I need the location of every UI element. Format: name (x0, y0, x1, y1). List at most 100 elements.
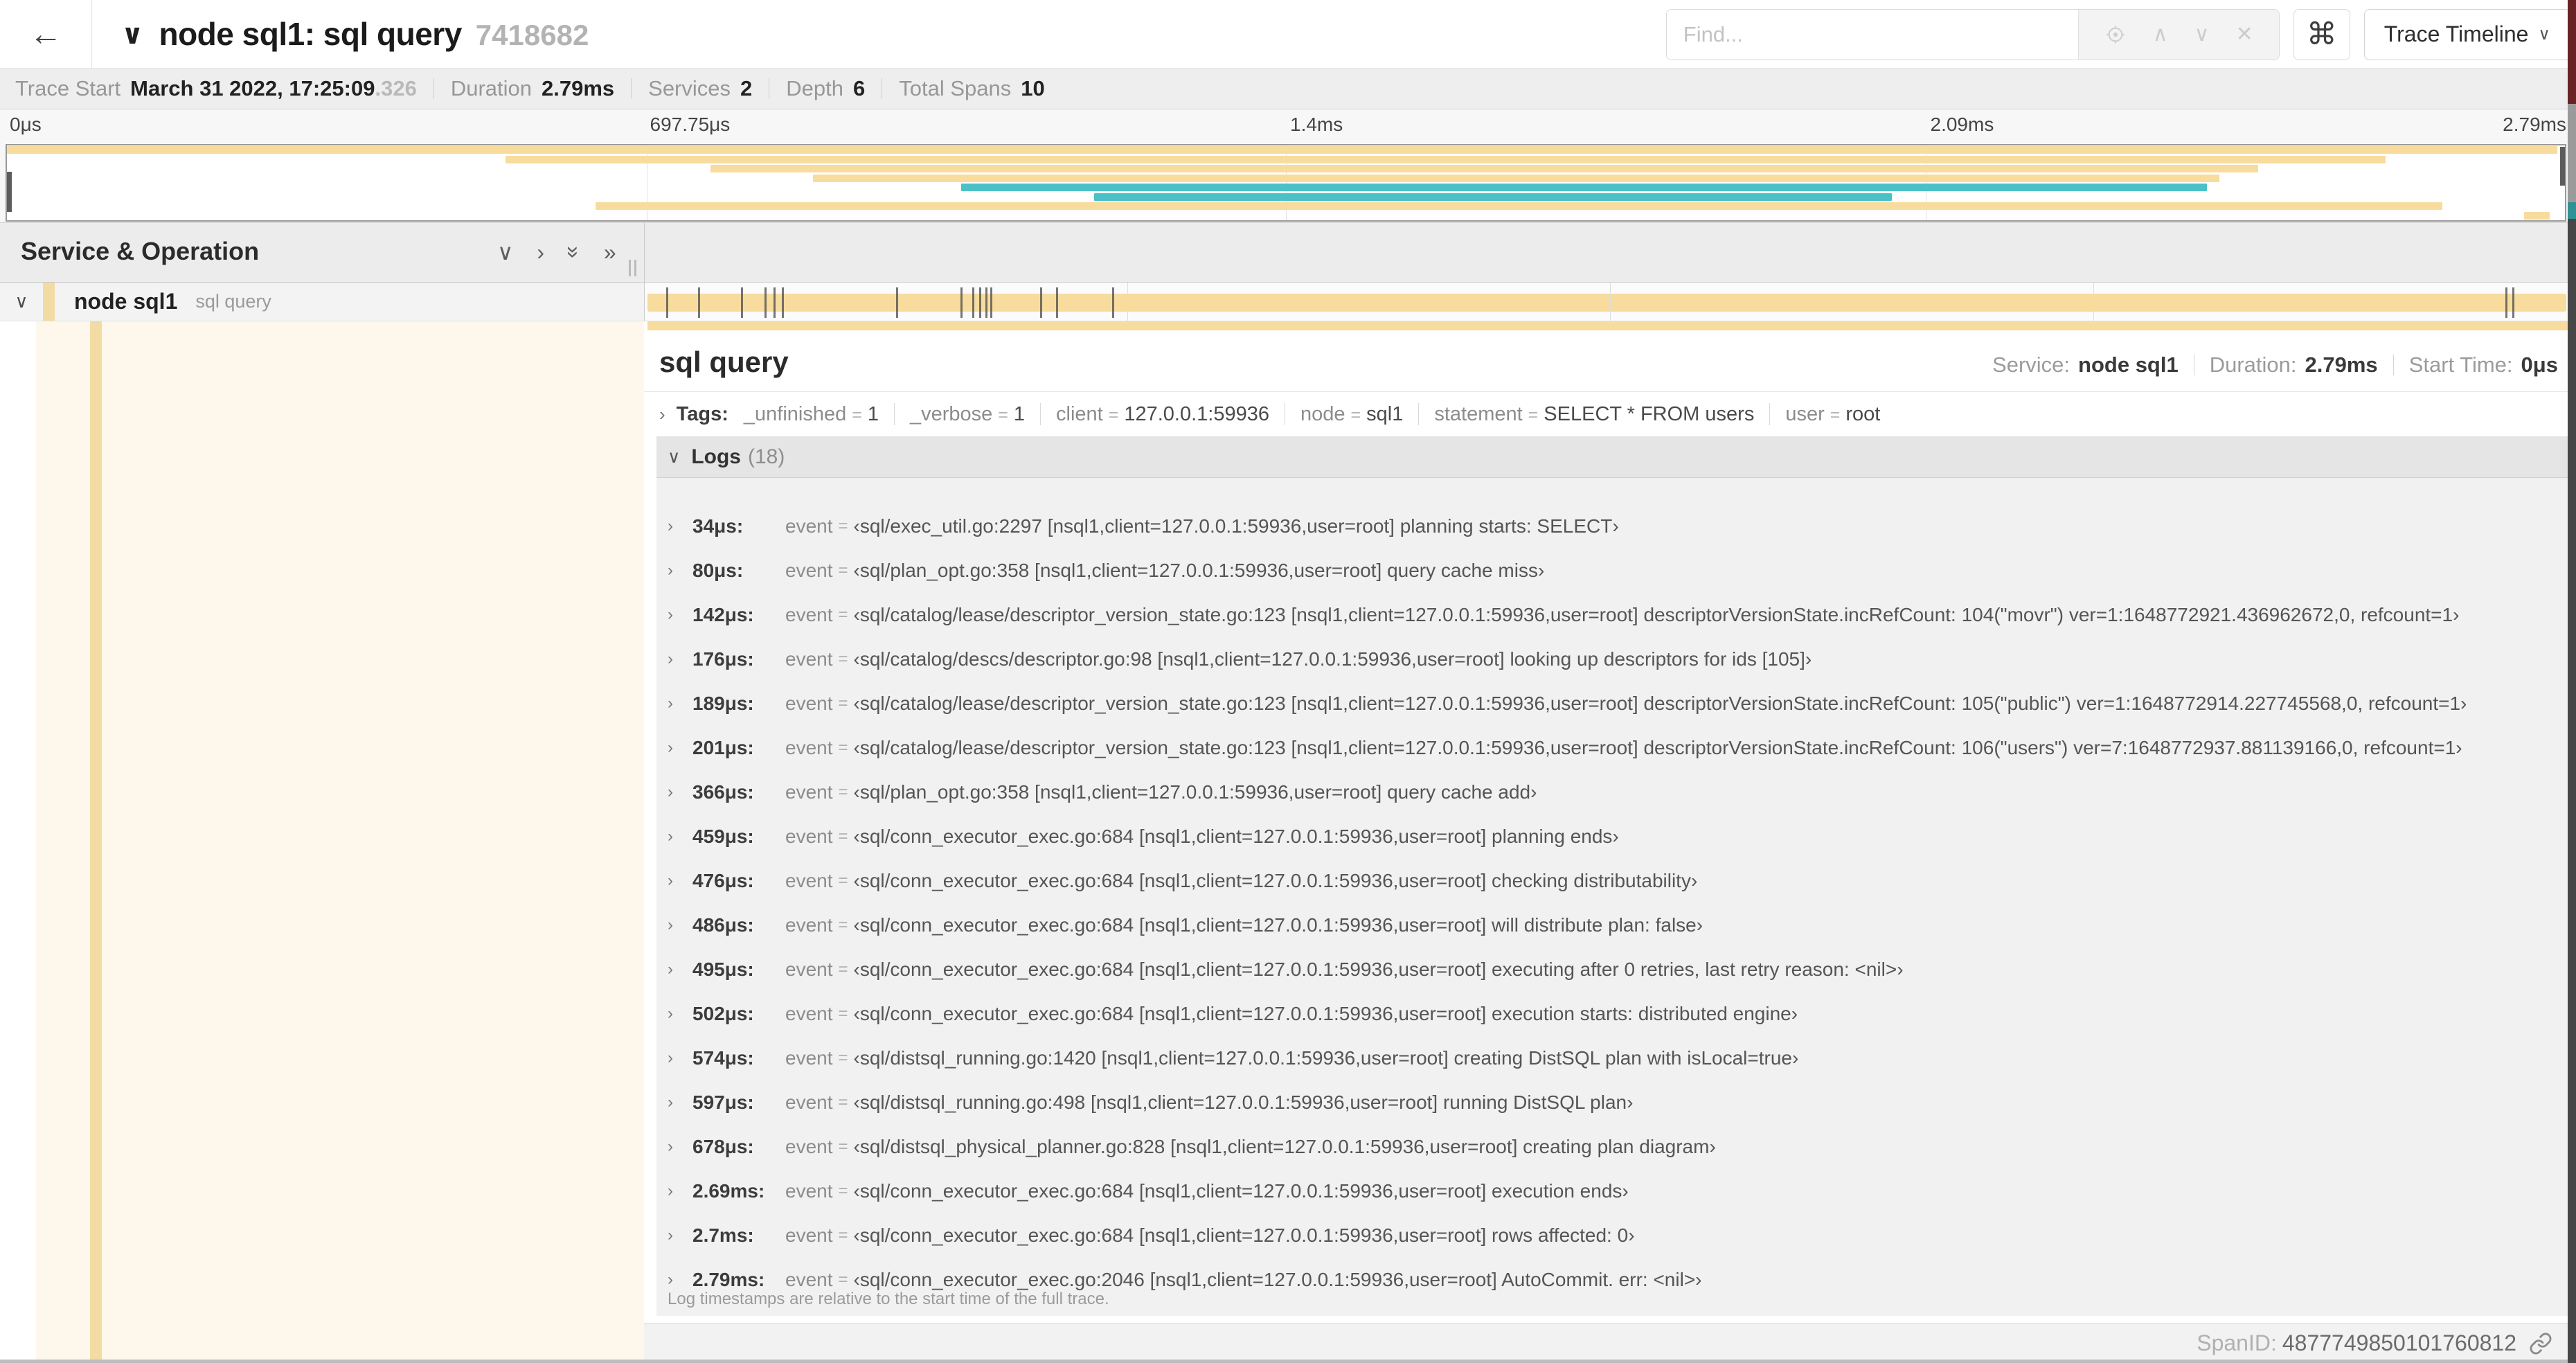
trace-view-selector[interactable]: Trace Timeline ∨ (2363, 8, 2570, 60)
log-event-marker[interactable] (698, 287, 700, 318)
keyboard-shortcuts-button[interactable]: ⌘ (2293, 8, 2350, 60)
span-row-node-sql1: ∨ node sql1 sql query (0, 283, 2576, 321)
tag-key: node (1300, 402, 1345, 425)
log-row[interactable]: › 142μs: event = ‹sql/catalog/lease/descript… (656, 593, 2568, 637)
log-event-marker[interactable] (1040, 287, 1042, 318)
link-icon[interactable] (2529, 1332, 2552, 1355)
log-expand-icon[interactable]: › (668, 561, 692, 580)
log-expand-icon[interactable]: › (668, 916, 692, 935)
log-event-marker[interactable] (979, 287, 981, 318)
log-expand-icon[interactable]: › (668, 650, 692, 669)
collapse-all-icon[interactable]: » (562, 246, 587, 258)
log-row[interactable]: › 495μs: event = ‹sql/conn_executor_exec.go:… (656, 947, 2568, 992)
tag-key: client (1056, 402, 1103, 425)
log-expand-icon[interactable]: › (668, 960, 692, 979)
log-row[interactable]: › 2.69ms: event = ‹sql/conn_executor_exec.go… (656, 1169, 2568, 1213)
log-expand-icon[interactable]: › (668, 1004, 692, 1024)
log-event-marker[interactable] (895, 287, 898, 318)
log-expand-icon[interactable]: › (668, 1270, 692, 1290)
collapse-one-icon[interactable]: ∨ (497, 241, 513, 263)
span-duration-bar[interactable] (647, 294, 2566, 312)
log-row[interactable]: › 678μs: event = ‹sql/distsql_physical_plann… (656, 1125, 2568, 1169)
log-field-key: event (785, 648, 833, 670)
expand-one-icon[interactable]: › (537, 241, 544, 263)
log-row[interactable]: › 34μs: event = ‹sql/exec_util.go:2297 [nsql… (656, 504, 2568, 549)
log-event-marker[interactable] (985, 287, 987, 318)
log-event-marker[interactable] (1112, 287, 1114, 318)
log-expand-icon[interactable]: › (668, 517, 692, 536)
trace-collapse-icon[interactable]: ∨ (121, 19, 143, 51)
minimap-span-bar (812, 174, 2220, 182)
log-row[interactable]: › 366μs: event = ‹sql/plan_opt.go:358 [nsql1… (656, 770, 2568, 814)
log-expand-icon[interactable]: › (668, 871, 692, 891)
log-event-marker[interactable] (960, 287, 963, 318)
log-event-marker[interactable] (665, 287, 668, 318)
log-event-marker[interactable] (990, 287, 992, 318)
log-equals: = (838, 1137, 848, 1156)
log-event-marker[interactable] (1056, 287, 1058, 318)
log-row[interactable]: › 2.7ms: event = ‹sql/conn_executor_exec.go:… (656, 1213, 2568, 1258)
log-expand-icon[interactable]: › (668, 1049, 692, 1068)
log-row[interactable]: › 459μs: event = ‹sql/conn_executor_exec.go:… (656, 814, 2568, 859)
log-row[interactable]: › 80μs: event = ‹sql/plan_opt.go:358 [nsql1,… (656, 549, 2568, 593)
log-event-marker[interactable] (782, 287, 784, 318)
minimap-span-bar (1093, 193, 1893, 201)
span-indent-guide (90, 321, 102, 1363)
expanded-span-backdrop (36, 321, 644, 1363)
span-row-name-cell[interactable]: ∨ node sql1 sql query (0, 283, 644, 321)
log-event-marker[interactable] (972, 287, 974, 318)
locate-icon[interactable] (2104, 24, 2127, 46)
log-event-marker[interactable] (741, 287, 743, 318)
log-event-marker[interactable] (2505, 287, 2507, 318)
summary-item-total-spans: Total Spans 10 (899, 76, 1044, 101)
log-expand-icon[interactable]: › (668, 1137, 692, 1157)
minimap-canvas[interactable] (6, 144, 2566, 222)
log-row[interactable]: › 486μs: event = ‹sql/conn_executor_exec.go:… (656, 903, 2568, 947)
expand-all-icon[interactable]: » (604, 241, 616, 263)
find-prev-icon[interactable]: ∧ (2153, 24, 2168, 45)
log-row[interactable]: › 476μs: event = ‹sql/conn_executor_exec.go:… (656, 859, 2568, 903)
log-row[interactable]: › 502μs: event = ‹sql/conn_executor_exec.go:… (656, 992, 2568, 1036)
span-collapse-icon[interactable]: ∨ (0, 291, 43, 312)
log-timestamp: 486μs: (692, 914, 754, 936)
log-row[interactable]: › 574μs: event = ‹sql/distsql_running.go:142… (656, 1036, 2568, 1080)
trace-header: ← ∨ node sql1: sql query 7418682 ∧ (0, 0, 2576, 69)
span-row-bar-cell[interactable] (644, 283, 2576, 321)
tag-value: sql1 (1366, 402, 1404, 425)
log-expand-icon[interactable]: › (668, 783, 692, 802)
log-row[interactable]: › 201μs: event = ‹sql/catalog/lease/descript… (656, 726, 2568, 770)
log-expand-icon[interactable]: › (668, 827, 692, 846)
log-expand-icon[interactable]: › (668, 1093, 692, 1112)
minimap-left-scrubber-handle[interactable] (7, 172, 12, 212)
column-resizer-grip[interactable] (629, 260, 636, 276)
log-row[interactable]: › 176μs: event = ‹sql/catalog/descs/descript… (656, 637, 2568, 682)
detail-meta-label: Duration: (2209, 353, 2297, 377)
tags-expand-icon[interactable]: › (659, 404, 665, 425)
column-divider[interactable] (644, 223, 645, 321)
find-clear-icon[interactable]: ✕ (2236, 24, 2253, 45)
log-expand-icon[interactable]: › (668, 605, 692, 625)
log-expand-icon[interactable]: › (668, 694, 692, 713)
logs-header[interactable]: ∨ Logs (18) (656, 436, 2568, 478)
tag-key: user (1785, 402, 1825, 425)
log-expand-icon[interactable]: › (668, 1182, 692, 1201)
trace-summary-bar: Trace Start March 31 2022, 17:25:09.326 Du… (0, 69, 2576, 109)
log-expand-icon[interactable]: › (668, 738, 692, 758)
log-field-value: ‹sql/plan_opt.go:358 [nsql1,client=127.0… (853, 560, 1545, 581)
summary-item-services: Services 2 (648, 76, 752, 101)
log-expand-icon[interactable]: › (668, 1226, 692, 1245)
log-field-value: ‹sql/distsql_physical_planner.go:828 [ns… (853, 1136, 1716, 1157)
log-row[interactable]: › 189μs: event = ‹sql/catalog/lease/descript… (656, 682, 2568, 726)
log-timestamp: 502μs: (692, 1003, 754, 1024)
back-button[interactable]: ← (0, 0, 92, 69)
log-row[interactable]: › 597μs: event = ‹sql/distsql_running.go:498… (656, 1080, 2568, 1125)
log-equals: = (838, 738, 848, 757)
tags-row[interactable]: › Tags: _unfinished = 1 _verbose = 1 client = 12… (644, 392, 2576, 436)
find-input[interactable] (1666, 9, 2078, 60)
find-next-icon[interactable]: ∨ (2194, 24, 2210, 45)
log-event-marker[interactable] (764, 287, 767, 318)
logs-collapse-icon[interactable]: ∨ (668, 447, 680, 467)
log-event-marker[interactable] (2512, 287, 2514, 318)
log-event-marker[interactable] (773, 287, 776, 318)
minimap-right-scrubber-handle[interactable] (2560, 147, 2565, 186)
